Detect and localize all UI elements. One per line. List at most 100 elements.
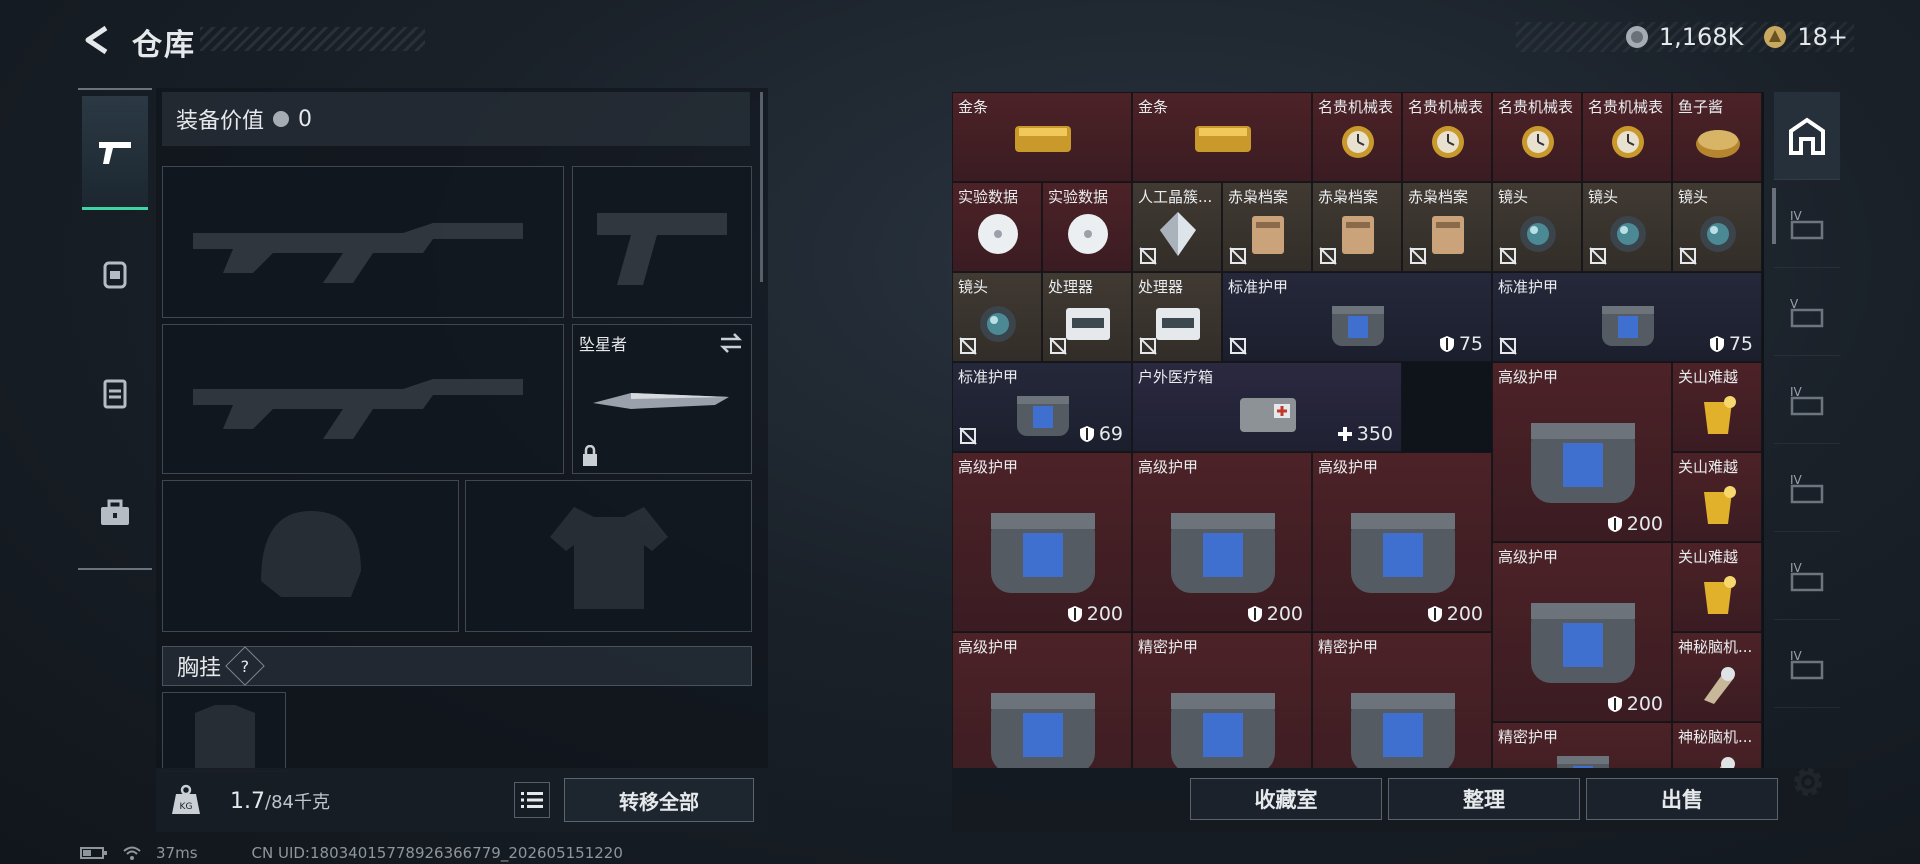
inventory-item[interactable]: 高级护甲 bbox=[952, 632, 1132, 768]
inventory-item[interactable]: 金条 bbox=[952, 92, 1132, 182]
inventory-item[interactable]: 高级护甲 200 bbox=[1132, 452, 1312, 632]
rifle-silhouette-icon bbox=[193, 223, 523, 283]
item-value: 75 bbox=[1439, 333, 1483, 355]
help-button[interactable]: ? bbox=[225, 646, 265, 686]
item-value: 200 bbox=[1427, 603, 1483, 625]
inventory-item[interactable]: 名贵机械表 bbox=[1582, 92, 1672, 182]
ticket-count: 18+ bbox=[1797, 23, 1848, 51]
inventory-item[interactable]: 户外医疗箱 350 bbox=[1132, 362, 1402, 452]
rail-safehouse[interactable] bbox=[1774, 92, 1840, 180]
inventory-item[interactable]: 高级护甲 200 bbox=[1492, 362, 1672, 542]
inventory-item[interactable]: 镜头 bbox=[1582, 182, 1672, 272]
inventory-item[interactable]: 鱼子酱 bbox=[1672, 92, 1762, 182]
tab-backpack[interactable] bbox=[82, 216, 148, 330]
inventory-item[interactable]: 金条 bbox=[1132, 92, 1312, 182]
melee-slot[interactable]: 坠星者 bbox=[572, 324, 752, 474]
item-name: 高级护甲 bbox=[1138, 458, 1199, 476]
rail-room-6[interactable]: IV bbox=[1774, 620, 1840, 708]
list-view-button[interactable] bbox=[514, 782, 550, 818]
safehouse-icon bbox=[1789, 117, 1825, 155]
chest-rig-header: 胸挂 ? bbox=[162, 646, 752, 686]
inventory-item[interactable]: 名贵机械表 bbox=[1402, 92, 1492, 182]
collection-button[interactable]: 收藏室 bbox=[1190, 778, 1382, 820]
inventory-item[interactable]: 实验数据 bbox=[952, 182, 1042, 272]
inventory-item[interactable]: 关山难越 bbox=[1672, 452, 1762, 542]
user-uid: CN UID:1803401577892636677­9_20260515122… bbox=[251, 844, 623, 862]
inventory-item[interactable]: 高级护甲 200 bbox=[1492, 542, 1672, 722]
inventory-item[interactable]: 赤枭档案 bbox=[1402, 182, 1492, 272]
sell-button[interactable]: 出售 bbox=[1586, 778, 1778, 820]
inventory-item[interactable]: 高级护甲 200 bbox=[1312, 452, 1492, 632]
inventory-item[interactable]: 镜头 bbox=[1492, 182, 1582, 272]
inventory-item[interactable]: 精密护甲 bbox=[1492, 722, 1672, 768]
inventory-item[interactable]: 镜头 bbox=[1672, 182, 1762, 272]
inventory-item[interactable]: 处理器 bbox=[1132, 272, 1222, 362]
equip-value: 0 bbox=[298, 106, 313, 132]
weight-bar: KG 1.7/84千克 转移全部 bbox=[156, 768, 768, 832]
inventory-item[interactable]: 神秘脑机... bbox=[1672, 722, 1762, 768]
inventory-item[interactable]: 名贵机械表 bbox=[1492, 92, 1582, 182]
inventory-item[interactable]: 人工晶簇... bbox=[1132, 182, 1222, 272]
no-container-icon bbox=[1139, 247, 1157, 265]
helmet-slot[interactable] bbox=[162, 480, 459, 632]
inventory-item[interactable]: 名贵机械表 bbox=[1312, 92, 1402, 182]
inventory-item[interactable]: 实验数据 bbox=[1042, 182, 1132, 272]
no-container-icon bbox=[1409, 247, 1427, 265]
inventory-item[interactable]: 标准护甲 75 bbox=[1222, 272, 1492, 362]
pistol-slot[interactable] bbox=[572, 166, 752, 318]
inventory-item[interactable]: 高级护甲 200 bbox=[952, 452, 1132, 632]
inventory-item[interactable]: 神秘脑机... bbox=[1672, 632, 1762, 722]
item-value-text: 200 bbox=[1626, 693, 1663, 715]
watch-icon bbox=[1432, 126, 1464, 158]
inventory-item[interactable]: 赤枭档案 bbox=[1222, 182, 1312, 272]
page-title: 仓库 bbox=[132, 28, 196, 63]
inventory-item[interactable]: 镜头 bbox=[952, 272, 1042, 362]
rail-room-1[interactable]: IV bbox=[1774, 180, 1840, 268]
rail-room-4[interactable]: IV bbox=[1774, 444, 1840, 532]
inventory-item[interactable]: 处理器 bbox=[1042, 272, 1132, 362]
room-iv-icon: IV bbox=[1790, 385, 1824, 415]
drink-icon bbox=[1704, 576, 1736, 614]
item-value: 200 bbox=[1067, 603, 1123, 625]
coin-icon bbox=[1625, 26, 1648, 48]
tab-vest[interactable] bbox=[82, 336, 148, 450]
inventory-item[interactable]: 标准护甲 69 bbox=[952, 362, 1132, 452]
no-container-icon bbox=[1499, 337, 1517, 355]
gold-bar-icon bbox=[1015, 126, 1071, 152]
item-name: 户外医疗箱 bbox=[1138, 368, 1214, 386]
item-value: 350 bbox=[1337, 423, 1393, 445]
primary-weapon-slot[interactable] bbox=[162, 166, 564, 318]
secondary-weapon-slot[interactable] bbox=[162, 324, 564, 474]
item-name: 高级护甲 bbox=[958, 638, 1019, 656]
battery-icon bbox=[80, 847, 107, 859]
inventory-item[interactable]: 赤枭档案 bbox=[1312, 182, 1402, 272]
chest-rig-slot[interactable] bbox=[162, 692, 286, 772]
disc-icon bbox=[1068, 214, 1108, 254]
rail-room-3[interactable]: IV bbox=[1774, 356, 1840, 444]
swap-icon[interactable] bbox=[719, 333, 743, 353]
tab-toolbox[interactable] bbox=[82, 456, 148, 570]
rail-room-2[interactable]: V bbox=[1774, 268, 1840, 356]
inventory-item[interactable]: 精密护甲 bbox=[1312, 632, 1492, 768]
inventory-item[interactable]: 标准护甲 75 bbox=[1492, 272, 1762, 362]
transfer-all-button[interactable]: 转移全部 bbox=[564, 778, 754, 822]
armor-icon bbox=[1332, 306, 1384, 346]
inventory-item[interactable]: 关山难越 bbox=[1672, 362, 1762, 452]
watch-icon bbox=[1342, 126, 1374, 158]
item-name: 精密护甲 bbox=[1318, 638, 1379, 656]
disc-icon bbox=[978, 214, 1018, 254]
side-nav bbox=[78, 88, 152, 570]
item-value-text: 200 bbox=[1086, 603, 1123, 625]
loadout-scrollbar[interactable] bbox=[760, 92, 763, 282]
shield-icon bbox=[1607, 516, 1622, 532]
tab-weapons[interactable] bbox=[82, 96, 148, 210]
rail-room-5[interactable]: IV bbox=[1774, 532, 1840, 620]
inventory-item[interactable]: 精密护甲 bbox=[1132, 632, 1312, 768]
no-container-icon bbox=[1319, 247, 1337, 265]
inventory-item[interactable]: 关山难越 bbox=[1672, 542, 1762, 632]
item-name: 金条 bbox=[1138, 98, 1169, 116]
sort-button[interactable]: 整理 bbox=[1388, 778, 1580, 820]
body-armor-slot[interactable] bbox=[465, 480, 752, 632]
back-button[interactable] bbox=[78, 20, 118, 60]
coin-icon bbox=[273, 111, 290, 127]
